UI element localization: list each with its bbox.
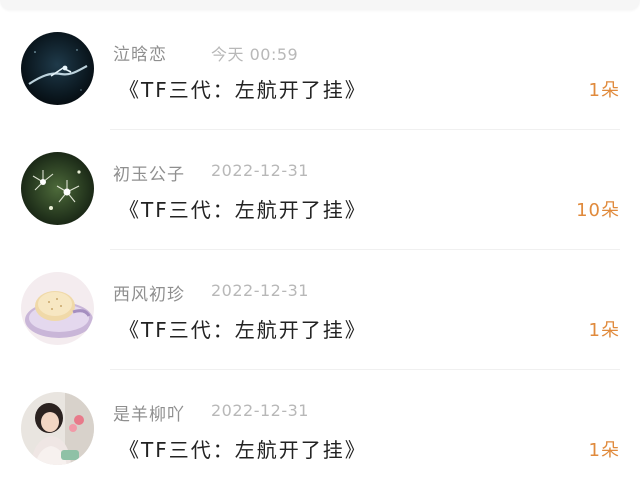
timestamp: 2022-12-31 bbox=[211, 281, 309, 300]
list-item[interactable]: 初玉公子 2022-12-31 《TF三代：左航开了挂》 10朵 bbox=[0, 130, 640, 250]
child-photo-avatar[interactable] bbox=[21, 392, 94, 465]
username[interactable]: 是羊柳吖 bbox=[113, 400, 185, 425]
username[interactable]: 泣晗恋 bbox=[113, 40, 167, 65]
book-title[interactable]: 《TF三代：左航开了挂》 bbox=[119, 314, 367, 343]
dandelion-sparkle-avatar[interactable] bbox=[21, 152, 94, 225]
flower-count: 1朵 bbox=[588, 440, 620, 461]
flower-count: 1朵 bbox=[588, 80, 620, 101]
gift-list: 泣晗恋 今天 00:59 《TF三代：左航开了挂》 1朵 初玉公子 2022-1… bbox=[0, 10, 640, 490]
username[interactable]: 西风初珍 bbox=[113, 280, 185, 305]
list-item[interactable]: 西风初珍 2022-12-31 《TF三代：左航开了挂》 1朵 bbox=[0, 250, 640, 370]
top-card-edge bbox=[0, 0, 640, 10]
night-sky-figure-avatar[interactable] bbox=[21, 32, 94, 105]
list-item[interactable]: 是羊柳吖 2022-12-31 《TF三代：左航开了挂》 1朵 bbox=[0, 370, 640, 490]
book-title[interactable]: 《TF三代：左航开了挂》 bbox=[119, 434, 367, 463]
list-item[interactable]: 泣晗恋 今天 00:59 《TF三代：左航开了挂》 1朵 bbox=[0, 10, 640, 130]
bread-plate-avatar[interactable] bbox=[21, 272, 94, 345]
timestamp: 今天 00:59 bbox=[211, 45, 299, 64]
flower-count: 10朵 bbox=[576, 200, 620, 221]
username[interactable]: 初玉公子 bbox=[113, 160, 185, 185]
book-title[interactable]: 《TF三代：左航开了挂》 bbox=[119, 194, 367, 223]
timestamp: 2022-12-31 bbox=[211, 161, 309, 180]
timestamp: 2022-12-31 bbox=[211, 401, 309, 420]
book-title[interactable]: 《TF三代：左航开了挂》 bbox=[119, 74, 367, 103]
flower-count: 1朵 bbox=[588, 320, 620, 341]
